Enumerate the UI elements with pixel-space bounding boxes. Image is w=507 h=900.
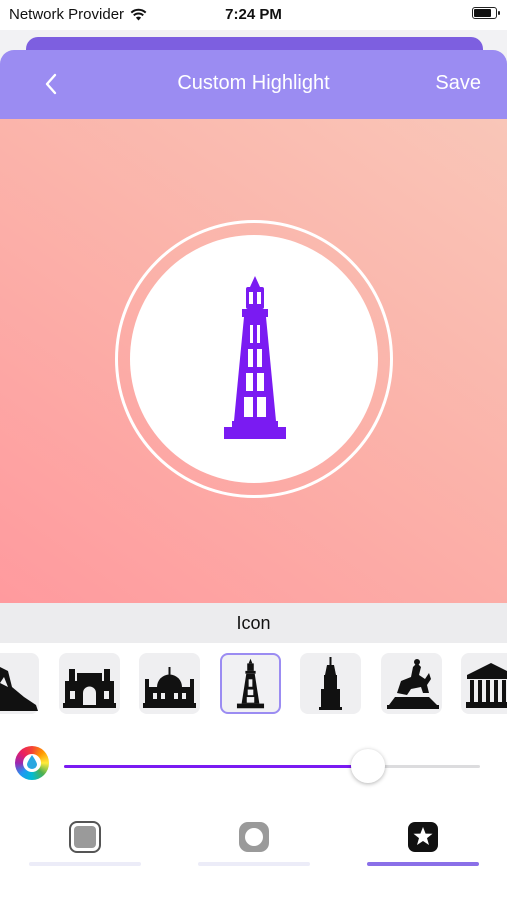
- wifi-icon: [130, 8, 147, 21]
- classical-building-icon: [466, 663, 507, 708]
- tab-underline: [198, 862, 310, 866]
- tab-bar: [0, 808, 507, 900]
- rounded-square-icon: [69, 821, 101, 853]
- ring-icon: [239, 822, 269, 852]
- nav-bar: Custom Highlight Save: [0, 50, 507, 119]
- color-control-row: [0, 725, 507, 808]
- icon-option[interactable]: [139, 653, 200, 714]
- back-button[interactable]: [38, 69, 68, 99]
- drop-icon: [27, 755, 37, 769]
- tab-underline-active: [367, 862, 479, 866]
- battery-fill: [474, 9, 491, 17]
- carrier-label: Network Provider: [9, 6, 125, 23]
- icon-option-selected[interactable]: [220, 653, 281, 714]
- gateway-of-india-icon: [63, 669, 116, 708]
- highlight-circle: [130, 235, 378, 483]
- icon-option[interactable]: [300, 653, 361, 714]
- slider-fill: [64, 765, 368, 768]
- chevron-left-icon: [45, 73, 57, 95]
- save-button[interactable]: Save: [435, 72, 481, 95]
- star-badge-icon: [408, 822, 438, 852]
- highlight-preview: [0, 119, 507, 603]
- status-left: Network Provider: [9, 6, 147, 23]
- page-title: Custom Highlight: [177, 72, 330, 94]
- tab-background[interactable]: [0, 808, 169, 900]
- icon-picker[interactable]: [0, 643, 507, 725]
- icon-option[interactable]: [59, 653, 120, 714]
- tab-icon[interactable]: [338, 808, 507, 900]
- section-title: Icon: [236, 613, 271, 633]
- color-slider[interactable]: [64, 749, 480, 783]
- icon-option[interactable]: [461, 653, 507, 714]
- icon-option[interactable]: [381, 653, 442, 714]
- status-bar: Network Provider 7:24 PM: [0, 0, 507, 30]
- rock-landmark-icon: [0, 667, 38, 711]
- battery-icon: [472, 7, 500, 19]
- tab-border[interactable]: [169, 808, 338, 900]
- tower-icon: [224, 276, 286, 439]
- mosque-icon: [143, 667, 196, 708]
- slider-thumb[interactable]: [350, 749, 385, 783]
- section-header: Icon: [0, 603, 507, 643]
- skyscraper-icon: [319, 657, 342, 710]
- icon-option[interactable]: [0, 653, 39, 714]
- tab-underline: [29, 862, 141, 866]
- horse-statue-icon: [387, 659, 439, 709]
- blackpool-tower-icon: [236, 658, 265, 709]
